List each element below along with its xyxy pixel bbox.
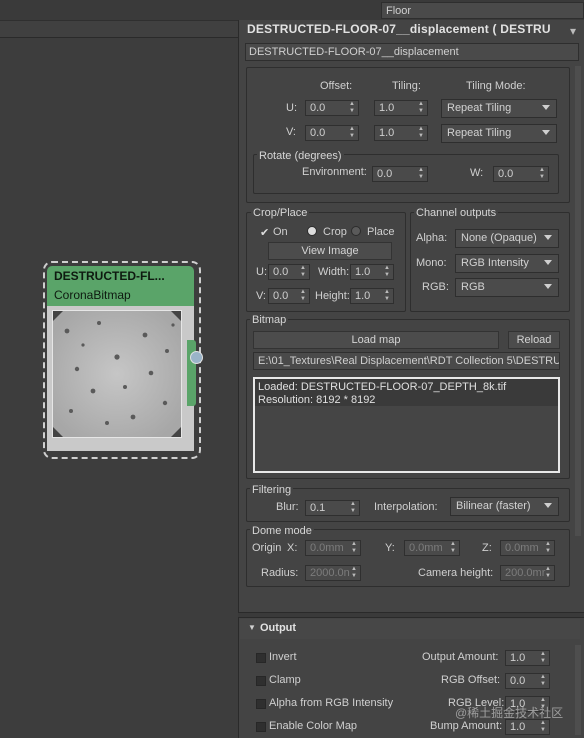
place-radio[interactable] [351, 226, 361, 236]
dome-x-spinner[interactable]: 0.0mm ▲ ▼ [305, 540, 361, 556]
node-thumbnail [52, 310, 182, 438]
enable-color-map-label: Enable Color Map [269, 720, 358, 732]
mono-dropdown[interactable]: RGB Intensity [455, 254, 559, 273]
reload-button[interactable]: Reload [508, 331, 560, 349]
bitmap-loaded-text: Loaded: DESTRUCTED-FLOOR-07_DEPTH_8k.tif [258, 381, 507, 393]
node-title: DESTRUCTED-FL... [54, 269, 165, 283]
filtering-title: Filtering [250, 484, 294, 496]
dome-radius-spinner[interactable]: 2000.0n ▲ ▼ [305, 565, 361, 581]
crop-width-label: Width: [318, 266, 350, 278]
dome-y-spinner[interactable]: 0.0mm ▲ ▼ [404, 540, 460, 556]
rgb-dropdown[interactable]: RGB [455, 278, 559, 297]
dome-radius-label: Radius: [261, 567, 299, 579]
output-rollout-caret-icon[interactable]: ▼ [248, 623, 256, 632]
blur-label: Blur: [276, 501, 299, 513]
crop-v-spinner[interactable]: 0.0 ▲ ▼ [268, 288, 310, 304]
panel-scrollbar[interactable] [575, 66, 581, 536]
node-output-tab[interactable] [187, 340, 196, 406]
dome-origin-label: Origin [252, 542, 282, 554]
u-offset-spinner[interactable]: 0.0 ▲ ▼ [305, 100, 359, 116]
interpolation-label: Interpolation: [374, 501, 438, 513]
rgb-offset-spinner[interactable]: 0.0 ▲ ▼ [505, 673, 550, 689]
tiling-header: Tiling: [392, 80, 421, 92]
invert-checkbox[interactable] [256, 653, 266, 663]
bitmap-resolution-text: Resolution: 8192 * 8192 [258, 394, 376, 406]
crop-on-label: On [273, 226, 288, 238]
load-map-button[interactable]: Load map [253, 331, 499, 349]
crop-height-spinner[interactable]: 1.0 ▲ ▼ [350, 288, 394, 304]
bitmap-title: Bitmap [250, 314, 289, 326]
dome-camera-height-spinner[interactable]: 200.0mr ▲ ▼ [500, 565, 555, 581]
node-subtitle: CoronaBitmap [54, 288, 131, 302]
rollout-divider [238, 612, 584, 618]
output-amount-label: Output Amount: [422, 651, 499, 663]
alpha-label: Alpha: [416, 232, 448, 244]
dome-x-label: X: [287, 542, 298, 554]
v-offset-spinner[interactable]: 0.0 ▲ ▼ [305, 125, 359, 141]
alpha-dropdown[interactable]: None (Opaque) [455, 229, 559, 248]
panel-title: DESTRUCTED-FLOOR-07__displacement ( DEST… [247, 22, 551, 36]
blur-spinner[interactable]: 0.1 ▲ ▼ [305, 500, 360, 516]
invert-label: Invert [269, 651, 297, 663]
dome-title: Dome mode [250, 525, 314, 537]
tiling-mode-header: Tiling Mode: [466, 80, 526, 92]
place-radio-label: Place [367, 226, 395, 238]
top-bar-line [0, 20, 238, 38]
bump-amount-spinner[interactable]: 1.0 ▲ ▼ [505, 719, 550, 735]
output-amount-spinner[interactable]: 1.0 ▲ ▼ [505, 650, 550, 666]
output-title: Output [260, 622, 297, 634]
crop-radio[interactable] [307, 226, 317, 236]
bitmap-path-field[interactable]: E:\01_Textures\Real Displacement\RDT Col… [253, 352, 560, 370]
clamp-label: Clamp [269, 674, 301, 686]
view-image-button[interactable]: View Image [268, 242, 392, 260]
crop-u-spinner[interactable]: 0.0 ▲ ▼ [268, 264, 310, 280]
w-label: W: [470, 167, 484, 179]
map-name-field[interactable]: DESTRUCTED-FLOOR-07__displacement [245, 43, 579, 61]
v-tiling-spinner[interactable]: 1.0 ▲ ▼ [374, 125, 428, 141]
node-output-socket[interactable] [190, 351, 203, 364]
clamp-checkbox[interactable] [256, 676, 266, 686]
rotate-title: Rotate (degrees) [257, 150, 344, 162]
output-scrollbar[interactable] [575, 645, 581, 735]
v-tiling-mode-dropdown[interactable]: Repeat Tiling [441, 124, 557, 143]
mono-label: Mono: [416, 257, 447, 269]
crop-v-label: V: [256, 290, 266, 302]
enable-color-map-checkbox[interactable] [256, 722, 266, 732]
dome-camera-height-label: Camera height: [418, 567, 494, 579]
crop-width-spinner[interactable]: 1.0 ▲ ▼ [350, 264, 394, 280]
dome-z-spinner[interactable]: 0.0mm ▲ ▼ [500, 540, 555, 556]
crop-on-checkbox[interactable]: ✔ [260, 226, 269, 239]
crop-u-label: U: [256, 266, 267, 278]
alpha-from-rgb-checkbox[interactable] [256, 699, 266, 709]
watermark: @稀土掘金技术社区 [455, 706, 564, 720]
dome-z-label: Z: [482, 542, 492, 554]
dome-y-label: Y: [385, 542, 395, 554]
rgb-label: RGB: [422, 281, 449, 293]
bump-amount-label: Bump Amount: [430, 720, 503, 732]
offset-header: Offset: [320, 80, 353, 92]
environment-spinner[interactable]: 0.0 ▲ ▼ [372, 166, 428, 182]
crop-radio-label: Crop [323, 226, 347, 238]
material-name-field[interactable]: Floor [381, 2, 584, 19]
v-label: V: [286, 126, 296, 138]
rgb-offset-label: RGB Offset: [441, 674, 501, 686]
u-tiling-mode-dropdown[interactable]: Repeat Tiling [441, 99, 557, 118]
interpolation-dropdown[interactable]: Bilinear (faster) [450, 497, 559, 516]
u-tiling-spinner[interactable]: 1.0 ▲ ▼ [374, 100, 428, 116]
panel-title-close[interactable]: ▾ [566, 24, 580, 38]
crop-place-title: Crop/Place [251, 207, 310, 219]
alpha-from-rgb-label: Alpha from RGB Intensity [269, 697, 394, 709]
crop-height-label: Height: [315, 290, 350, 302]
channel-outputs-title: Channel outputs [414, 207, 499, 219]
environment-label: Environment: [302, 166, 367, 178]
u-label: U: [286, 102, 297, 114]
w-spinner[interactable]: 0.0 ▲ ▼ [493, 166, 549, 182]
